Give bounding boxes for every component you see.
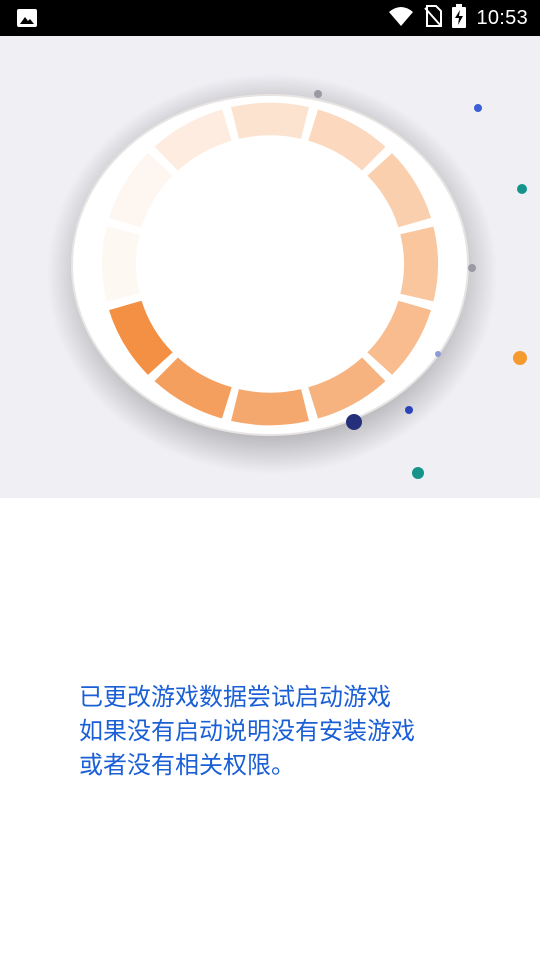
loading-segment xyxy=(400,226,438,302)
wifi-icon xyxy=(388,5,414,31)
loading-segment xyxy=(231,102,309,139)
hero-banner xyxy=(0,36,540,498)
status-time: 10:53 xyxy=(476,6,528,29)
status-bar: 10:53 xyxy=(0,0,540,36)
no-sim-icon xyxy=(424,5,443,31)
image-notification-icon xyxy=(16,8,38,28)
loading-segment xyxy=(102,226,140,302)
message-line: 如果没有启动说明没有安装游戏 xyxy=(79,717,415,745)
message-line: 或者没有相关权限。 xyxy=(79,751,295,779)
loading-segment xyxy=(231,389,309,426)
message-line: 已更改游戏数据尝试启动游戏 xyxy=(79,683,391,711)
loading-ring-icon xyxy=(47,74,527,479)
battery-charging-icon xyxy=(452,4,467,32)
status-message: 已更改游戏数据尝试启动游戏 如果没有启动说明没有安装游戏 或者没有相关权限。 xyxy=(79,680,499,782)
